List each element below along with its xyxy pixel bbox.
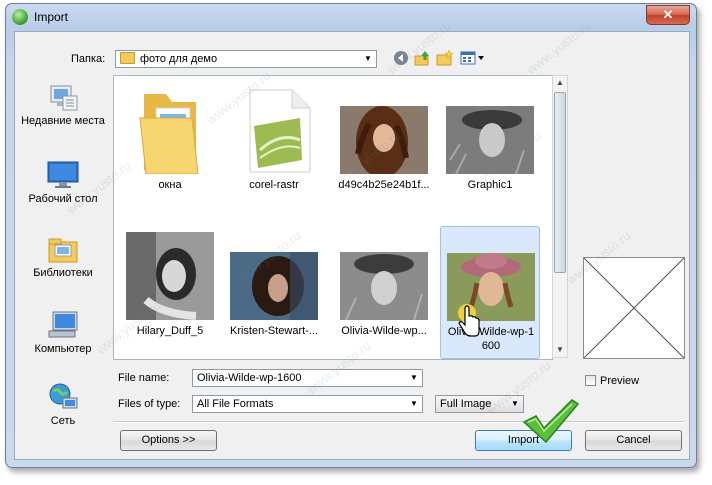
file-item-selected[interactable]: Olivia-Wilde-wp-1 600 xyxy=(440,226,540,359)
file-item[interactable]: Olivia-Wilde-wp... xyxy=(334,226,434,354)
scroll-down-icon[interactable]: ▼ xyxy=(553,343,567,357)
place-desktop[interactable]: Рабочий стол xyxy=(19,160,107,206)
file-name: Olivia-Wilde-wp... xyxy=(341,325,427,337)
new-folder-icon[interactable] xyxy=(436,49,454,68)
file-name: окна xyxy=(158,179,182,191)
close-button[interactable]: ✕ xyxy=(646,5,690,25)
image-mode-select[interactable]: Full Image ▼ xyxy=(435,395,524,413)
image-thumbnail xyxy=(230,230,318,320)
cancel-button[interactable]: Cancel xyxy=(585,430,682,451)
window-title: Import xyxy=(34,10,69,24)
view-menu-icon[interactable] xyxy=(460,50,486,68)
image-thumbnail xyxy=(446,84,534,175)
file-name: corel-rastr xyxy=(249,179,299,191)
file-name: Graphic1 xyxy=(467,179,513,191)
file-name: Hilary_Duff_5 xyxy=(136,325,204,337)
folder-dropdown[interactable]: фото для демо ▼ xyxy=(115,50,377,68)
file-item[interactable]: окна xyxy=(120,80,220,208)
file-item[interactable]: d49c4b25e24b1f... xyxy=(334,80,434,208)
preview-pane xyxy=(583,257,685,359)
place-label: Недавние места xyxy=(21,115,105,127)
preview-label: Preview xyxy=(600,375,640,387)
folder-label: Папка: xyxy=(71,53,106,65)
libraries-icon xyxy=(47,234,79,264)
file-name-label: File name: xyxy=(118,372,170,384)
chevron-down-icon: ▼ xyxy=(410,399,418,408)
folder-icon xyxy=(120,52,135,64)
file-name-line2: 600 xyxy=(481,340,501,352)
chevron-down-icon: ▼ xyxy=(410,373,418,382)
file-list-view[interactable]: окна corel-rastr d49c4b25e24b1f... Graph… xyxy=(113,75,553,360)
hand-cursor-icon xyxy=(457,303,483,339)
place-libraries[interactable]: Библиотеки xyxy=(19,234,107,280)
chevron-down-icon: ▼ xyxy=(364,54,372,63)
folder-value: фото для демо xyxy=(140,53,218,65)
place-label: Сеть xyxy=(50,415,76,427)
place-label: Библиотеки xyxy=(33,267,93,279)
options-button[interactable]: Options >> xyxy=(120,430,217,451)
files-of-type-select[interactable]: All File Formats ▼ xyxy=(192,395,423,413)
image-thumbnail xyxy=(340,230,428,321)
dialog-body: Папка: фото для демо ▼ Недавние места Ра… xyxy=(14,31,690,460)
preview-checkbox[interactable] xyxy=(585,375,596,386)
place-label: Компьютер xyxy=(34,343,92,355)
import-dialog: Import ✕ Папка: фото для демо ▼ Недавние… xyxy=(5,3,697,468)
vertical-scrollbar[interactable]: ▲ ▼ xyxy=(552,75,568,358)
file-name: d49c4b25e24b1f... xyxy=(338,179,430,191)
divider xyxy=(113,421,683,423)
up-folder-icon[interactable] xyxy=(414,50,432,68)
files-of-type-label: Files of type: xyxy=(118,398,181,410)
image-thumbnail xyxy=(126,230,214,320)
file-name-input[interactable]: Olivia-Wilde-wp-1600 ▼ xyxy=(192,369,423,387)
places-bar: Недавние места Рабочий стол Библиотеки К… xyxy=(19,72,107,462)
file-name: Kristen-Stewart-... xyxy=(229,325,319,337)
network-icon xyxy=(47,382,79,412)
file-name-line1: Olivia-Wilde-wp-1 xyxy=(447,326,535,338)
back-icon[interactable] xyxy=(392,50,410,68)
empty-preview-icon xyxy=(583,257,685,359)
desktop-icon xyxy=(47,160,79,190)
app-icon xyxy=(12,9,28,25)
place-recent[interactable]: Недавние места xyxy=(19,82,107,128)
place-computer[interactable]: Компьютер xyxy=(19,310,107,356)
file-item[interactable]: Hilary_Duff_5 xyxy=(120,226,220,354)
file-name-value: Olivia-Wilde-wp-1600 xyxy=(197,372,302,384)
image-thumbnail xyxy=(340,84,428,178)
file-item[interactable]: Graphic1 xyxy=(440,80,540,208)
file-item[interactable]: Kristen-Stewart-... xyxy=(224,226,324,354)
image-mode-value: Full Image xyxy=(440,398,492,410)
computer-icon xyxy=(47,310,79,340)
scroll-up-icon[interactable]: ▲ xyxy=(553,76,567,90)
place-network[interactable]: Сеть xyxy=(19,382,107,428)
checkmark-icon xyxy=(520,396,580,446)
recent-places-icon xyxy=(47,82,79,112)
file-item[interactable]: corel-rastr xyxy=(224,80,324,208)
document-thumbnail-icon xyxy=(230,84,318,174)
folder-thumbnail-icon xyxy=(126,84,214,175)
title-bar[interactable]: Import ✕ xyxy=(6,4,696,30)
place-label: Рабочий стол xyxy=(28,193,98,205)
scroll-thumb[interactable] xyxy=(554,92,566,273)
files-of-type-value: All File Formats xyxy=(197,398,274,410)
